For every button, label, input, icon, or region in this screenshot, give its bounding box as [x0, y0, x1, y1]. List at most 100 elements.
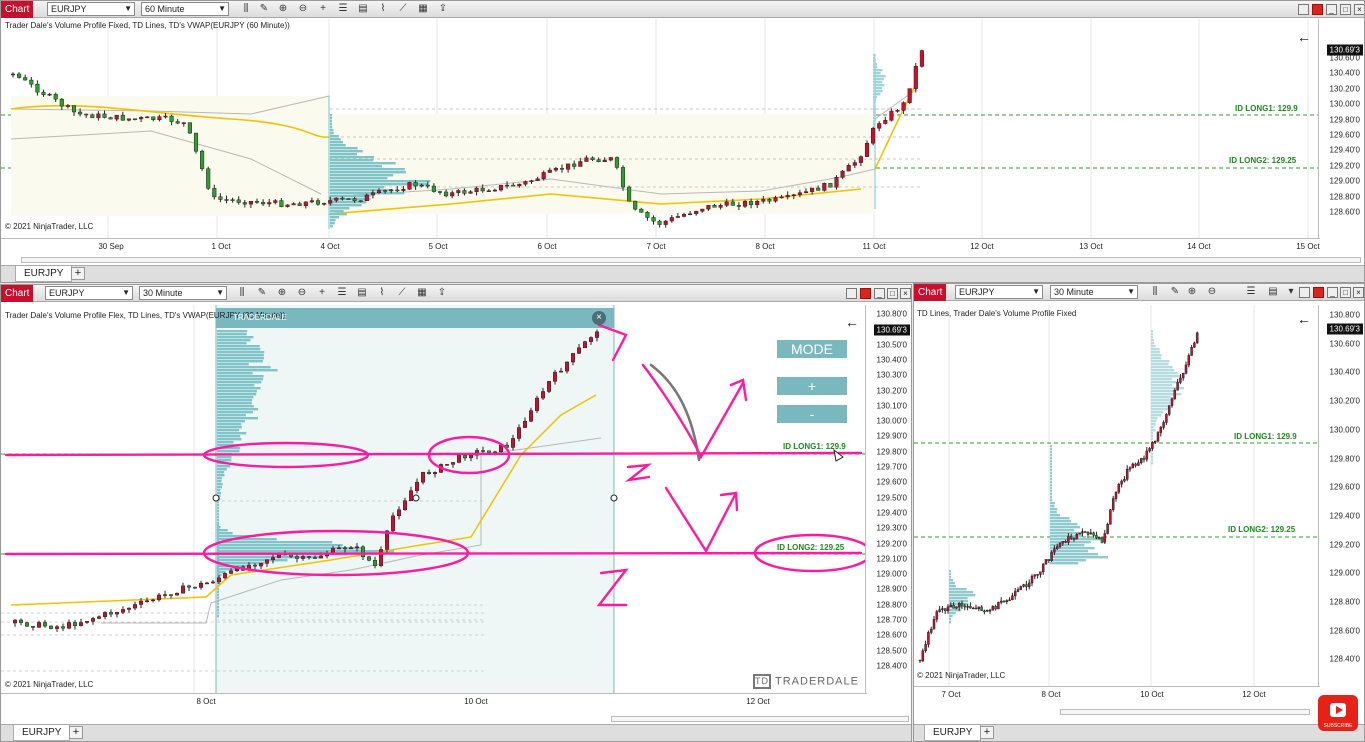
color-link-button[interactable]	[860, 288, 871, 299]
bars-type-icon[interactable]: ⫼	[1148, 285, 1162, 299]
minus-button[interactable]: -	[777, 405, 847, 423]
back-arrow-icon[interactable]: ←	[845, 314, 859, 330]
price-axis[interactable]: 130.60'0 130.40'0 130.20'0 130.00'0 129.80'0…	[1318, 19, 1364, 238]
price-axis[interactable]: 130.80'0 130.60'0 130.40'0 130.20'0 130.00'0…	[1318, 305, 1364, 686]
volume-profile-bar	[217, 477, 222, 480]
chart-menu-button[interactable]: Chart	[1, 1, 34, 18]
indicators-icon[interactable]: ⌇	[375, 286, 389, 300]
volume-profile-bar	[330, 144, 346, 147]
tab-eurjpy[interactable]: EURJPY	[15, 266, 73, 282]
tab-eurjpy[interactable]: EURJPY	[13, 725, 71, 741]
youtube-subscribe-icon[interactable]: SUBSCRIBE	[1318, 695, 1358, 731]
time-axis[interactable]: 30 Sep 1 Oct 4 Oct 5 Oct 6 Oct 7 Oct 8 Oct 11 O…	[1, 238, 1320, 252]
candle	[334, 197, 339, 201]
data-box-icon[interactable]: ▤	[1266, 285, 1280, 299]
volume-profile-bar	[330, 114, 332, 117]
back-arrow-icon[interactable]: ←	[1297, 311, 1311, 327]
color-link-button[interactable]	[1312, 4, 1323, 15]
add-tab-button[interactable]: +	[71, 267, 85, 280]
volume-profile-bar	[1050, 529, 1075, 532]
mode-button[interactable]: MODE	[777, 340, 847, 358]
properties-icon[interactable]: ☰	[335, 286, 349, 300]
link-window-button[interactable]	[1298, 4, 1309, 15]
zoom-out-icon[interactable]: ⊖	[296, 2, 310, 16]
instrument-selector[interactable]: EURJPY ▼	[955, 285, 1043, 299]
zoom-in-icon[interactable]: ⊕	[276, 2, 290, 16]
horizontal-scrollbar[interactable]	[611, 716, 909, 722]
candle	[767, 198, 772, 202]
color-link-button[interactable]	[1313, 287, 1324, 298]
properties-icon[interactable]: ☰	[1244, 285, 1258, 299]
volume-profile-bar	[1151, 432, 1154, 435]
zoom-out-icon[interactable]: ⊖	[295, 286, 309, 300]
candle	[1086, 532, 1090, 535]
candle	[997, 602, 1000, 610]
draw-tool-icon[interactable]: ✎	[255, 286, 269, 300]
share-icon[interactable]: ⇪	[435, 286, 449, 300]
maximize-button[interactable]: □	[1340, 4, 1351, 15]
data-box-icon[interactable]: ▤	[355, 286, 369, 300]
draw-tool-icon[interactable]: ✎	[1168, 285, 1182, 299]
strategies-icon[interactable]: ⟋	[395, 286, 409, 300]
candle	[1111, 498, 1115, 510]
candle	[675, 216, 680, 218]
link-window-button[interactable]	[846, 288, 857, 299]
interval-selector[interactable]: 30 Minute ▼	[139, 286, 227, 300]
data-box-icon[interactable]: ▤	[356, 2, 370, 16]
interval-selector[interactable]: 30 Minute ▼	[1050, 285, 1138, 299]
templates-icon[interactable]: ▦	[416, 2, 430, 16]
back-arrow-icon[interactable]: ←	[1297, 29, 1311, 45]
instrument-selector[interactable]: EURJPY ▼	[45, 286, 133, 300]
chart-indicator-title: Trader Dale's Volume Profile Fixed, TD L…	[5, 21, 290, 30]
volume-profile-bar	[1050, 535, 1084, 538]
chart-menu-button[interactable]: Chart	[914, 284, 947, 301]
zoom-out-icon[interactable]: ⊖	[1205, 285, 1219, 299]
bars-type-icon[interactable]: ⫼	[235, 286, 249, 300]
horizontal-scrollbar[interactable]	[1060, 709, 1310, 715]
interval-selector[interactable]: 60 Minute ▼	[141, 2, 229, 16]
close-button[interactable]: ×	[900, 288, 911, 299]
volume-profile-bar	[217, 507, 219, 510]
indicators-icon[interactable]: ⌇	[376, 2, 390, 16]
volume-profile-bar	[1151, 390, 1176, 393]
strategies-icon[interactable]: ⟋	[396, 2, 410, 16]
draw-tool-icon[interactable]: ✎	[257, 2, 271, 16]
time-axis[interactable]: 8 Oct 10 Oct 12 Oct	[1, 693, 867, 707]
add-tab-button[interactable]: +	[69, 726, 83, 739]
volume-profile-bar	[949, 570, 951, 573]
minimize-button[interactable]: _	[874, 288, 885, 299]
more-chevron-icon[interactable]: ▾	[1284, 285, 1298, 299]
panel-close-icon[interactable]: ×	[592, 311, 606, 325]
minimize-button[interactable]: _	[1327, 287, 1338, 298]
instrument-selector[interactable]: EURJPY ▼	[47, 2, 135, 16]
plus-button[interactable]: +	[777, 377, 847, 395]
bottom-left-plot-area[interactable]: Trader Dale's Volume Profile Flex, TD Li…	[1, 305, 867, 693]
time-axis[interactable]: 7 Oct 8 Oct 10 Oct 12 Oct	[914, 686, 1320, 700]
crosshair-icon[interactable]: +	[316, 2, 330, 16]
add-tab-button[interactable]: +	[980, 726, 994, 739]
bottom-right-chart[interactable]: TD Lines, Trader Dale's Volume Profile F…	[914, 305, 1320, 686]
chart-menu-button[interactable]: Chart	[1, 285, 34, 302]
horizontal-scrollbar[interactable]	[21, 257, 1361, 263]
maximize-button[interactable]: □	[1340, 287, 1351, 298]
candle	[1179, 377, 1182, 383]
candle	[175, 121, 180, 124]
minimize-button[interactable]: _	[1326, 4, 1337, 15]
close-button[interactable]: ×	[1353, 287, 1364, 298]
maximize-button[interactable]: □	[887, 288, 898, 299]
tab-eurjpy[interactable]: EURJPY	[924, 725, 982, 741]
close-button[interactable]: ×	[1354, 4, 1364, 15]
link-window-button[interactable]	[1299, 287, 1310, 298]
price-axis[interactable]: 130.80'0130.60'0130.50'0130.40'0130.30'0…	[865, 305, 911, 693]
share-icon[interactable]: ⇪	[436, 2, 450, 16]
crosshair-icon[interactable]: +	[315, 286, 329, 300]
top-plot-area[interactable]: Trader Dale's Volume Profile Fixed, TD L…	[1, 19, 1320, 238]
properties-icon[interactable]: ☰	[336, 2, 350, 16]
volume-profile-bar	[1151, 411, 1164, 414]
bars-type-icon[interactable]: ⫼	[239, 2, 253, 16]
templates-icon[interactable]: ▦	[415, 286, 429, 300]
zoom-in-icon[interactable]: ⊕	[275, 286, 289, 300]
zoom-in-icon[interactable]: ⊕	[1185, 285, 1199, 299]
volume-profile-bar	[330, 156, 375, 159]
candle	[523, 420, 527, 428]
